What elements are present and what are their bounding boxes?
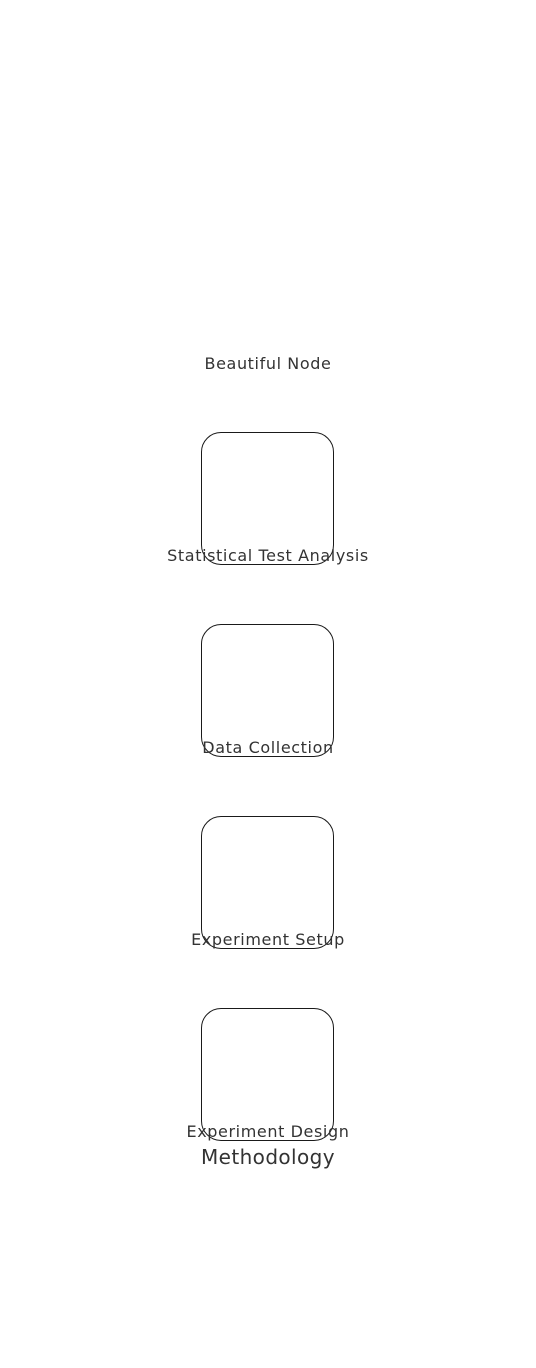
diagram-canvas: Beautiful Node Statistical Test Analysis…	[0, 0, 536, 1368]
node-label-experiment-design: Experiment Design	[186, 1122, 350, 1141]
top-node-label: Beautiful Node	[204, 354, 332, 373]
diagram-title: Methodology	[201, 1145, 335, 1169]
node-label-experiment-setup: Experiment Setup	[191, 930, 345, 949]
node-label-data-collection: Data Collection	[202, 738, 334, 757]
node-label-statistical-test-analysis: Statistical Test Analysis	[167, 546, 369, 565]
